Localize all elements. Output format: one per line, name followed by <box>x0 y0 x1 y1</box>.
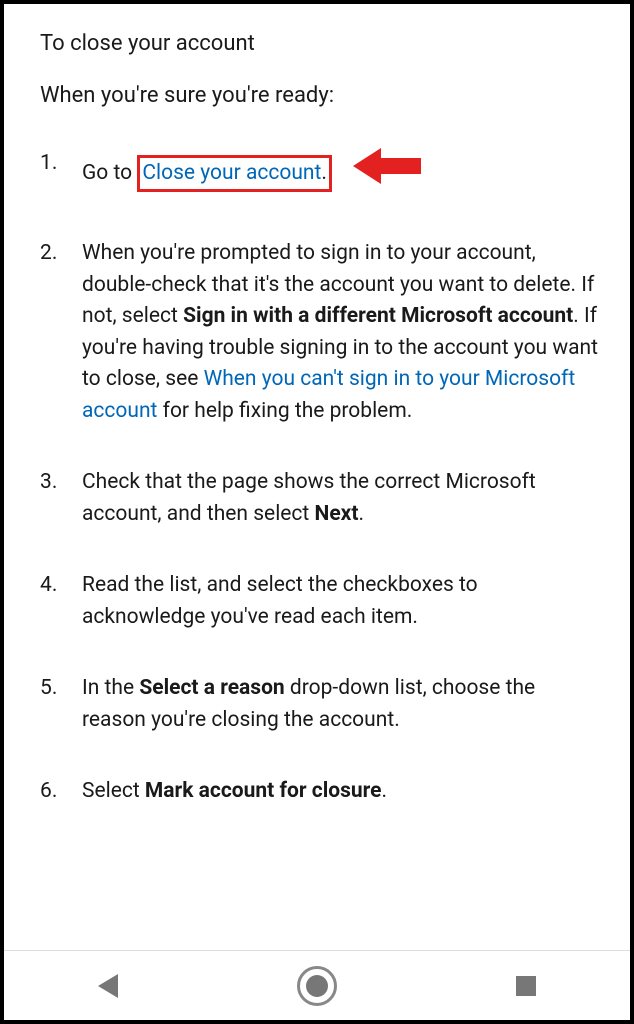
bold-text: Select a reason <box>139 676 284 700</box>
home-icon <box>297 966 337 1006</box>
close-account-link[interactable]: Close your account <box>142 161 321 185</box>
arrow-icon <box>351 146 423 197</box>
step-text: . <box>382 779 388 803</box>
bold-text: Mark account for closure <box>145 779 382 803</box>
step-6: Select Mark account for closure. <box>40 776 602 808</box>
step-text: for help fixing the problem. <box>157 399 412 423</box>
step-text: Read the list, and select the checkboxes… <box>82 573 478 629</box>
step-4: Read the list, and select the checkboxes… <box>40 570 602 633</box>
step-text: Go to <box>82 161 137 185</box>
back-icon <box>98 974 118 998</box>
steps-list: Go to Close your account. When you're pr… <box>40 148 602 808</box>
back-button[interactable] <box>68 961 148 1011</box>
step-text: Check that the page shows the correct Mi… <box>82 470 536 526</box>
highlight-box: Close your account. <box>137 155 332 193</box>
home-button[interactable] <box>277 961 357 1011</box>
step-text: . <box>358 502 364 526</box>
intro-text: When you're sure you're ready: <box>40 80 602 112</box>
step-text: In the <box>82 676 139 700</box>
step-2: When you're prompted to sign in to your … <box>40 238 602 427</box>
step-text: Select <box>82 779 145 803</box>
step-3: Check that the page shows the correct Mi… <box>40 467 602 530</box>
content-area: To close your account When you're sure y… <box>4 4 630 949</box>
step-5: In the Select a reason drop-down list, c… <box>40 673 602 736</box>
bold-text: Sign in with a different Microsoft accou… <box>183 304 573 328</box>
recents-button[interactable] <box>486 961 566 1011</box>
step-suffix: . <box>321 161 327 185</box>
page-heading: To close your account <box>40 28 602 60</box>
bold-text: Next <box>315 502 359 526</box>
recents-icon <box>516 976 536 996</box>
android-nav-bar <box>4 950 630 1020</box>
step-1: Go to Close your account. <box>40 148 602 199</box>
